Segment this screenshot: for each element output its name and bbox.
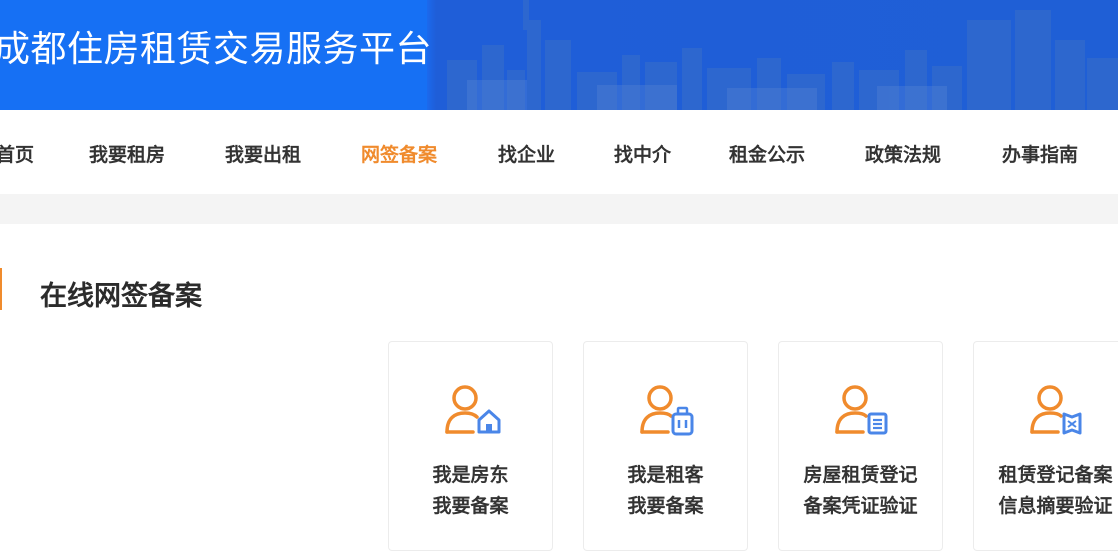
landlord-house-icon bbox=[441, 382, 501, 438]
nav-item-home[interactable]: 首页 bbox=[0, 140, 34, 167]
nav-item-find-agency[interactable]: 找中介 bbox=[614, 140, 671, 167]
card-label-line1: 租赁登记备案 bbox=[998, 464, 1113, 486]
card-tenant-filing[interactable]: 我是租客 我要备案 bbox=[583, 341, 748, 551]
card-label-line1: 房屋租赁登记 bbox=[803, 464, 918, 486]
nav-item-lease-out[interactable]: 我要出租 bbox=[225, 140, 301, 167]
site-title: 成都住房租赁交易服务平台 bbox=[0, 29, 433, 70]
city-skyline-image bbox=[447, 0, 1118, 110]
section-accent-bar bbox=[0, 268, 2, 310]
card-label-line2: 信息摘要验证 bbox=[998, 495, 1113, 517]
tenant-luggage-icon bbox=[636, 382, 696, 438]
nav-item-online-filing[interactable]: 网签备案 bbox=[361, 140, 437, 167]
card-label-line2: 我要备案 bbox=[627, 495, 704, 517]
nav-item-rent-house[interactable]: 我要租房 bbox=[89, 140, 165, 167]
nav-item-rent-publicity[interactable]: 租金公示 bbox=[729, 140, 805, 167]
card-summary-verify[interactable]: 租赁登记备案 信息摘要验证 bbox=[973, 341, 1118, 551]
section-title: 在线网签备案 bbox=[40, 281, 202, 312]
document-verify-icon bbox=[831, 382, 891, 438]
card-landlord-filing[interactable]: 我是房东 我要备案 bbox=[388, 341, 553, 551]
main-nav: 首页 我要租房 我要出租 网签备案 找企业 找中介 租金公示 政策法规 办事指南 bbox=[0, 110, 1118, 194]
card-certificate-verify[interactable]: 房屋租赁登记 备案凭证验证 bbox=[778, 341, 943, 551]
card-label-line1: 我是房东 bbox=[432, 464, 509, 486]
nav-item-guide[interactable]: 办事指南 bbox=[1002, 140, 1078, 167]
card-label-line2: 我要备案 bbox=[432, 495, 509, 517]
card-label-line2: 备案凭证验证 bbox=[803, 495, 918, 517]
divider-strip bbox=[0, 194, 1118, 224]
summary-verify-icon bbox=[1026, 382, 1086, 438]
nav-item-policies[interactable]: 政策法规 bbox=[865, 140, 941, 167]
card-label-line1: 我是租客 bbox=[627, 464, 704, 486]
nav-item-find-company[interactable]: 找企业 bbox=[498, 140, 555, 167]
header-banner: 成都住房租赁交易服务平台 bbox=[0, 0, 1118, 110]
